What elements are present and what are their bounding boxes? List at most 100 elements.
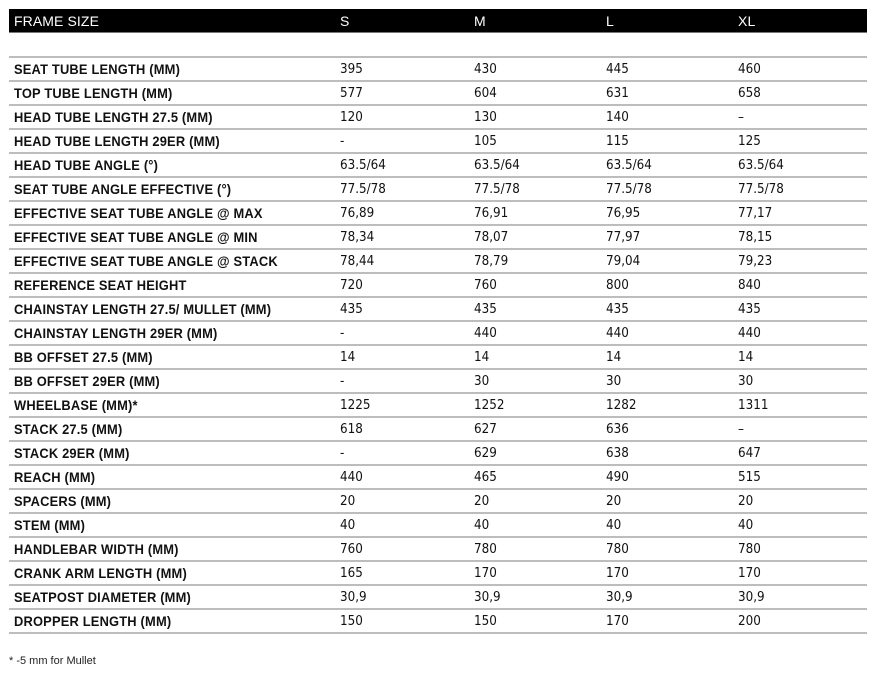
value-xl: 40 <box>738 518 754 533</box>
value-xl: 63.5/64 <box>738 158 784 173</box>
row-label: REACH (MM) <box>14 469 96 485</box>
value-m: 170 <box>474 566 497 581</box>
geometry-table: FRAME SIZE S M L XL SEAT TUBE LENGTH (MM… <box>9 9 867 634</box>
table-row: SPACERS (MM) 20 20 20 20 <box>9 490 867 514</box>
value-xl: 440 <box>738 326 761 341</box>
table-row: TOP TUBE LENGTH (MM) 577 604 631 658 <box>9 82 867 106</box>
row-label: EFFECTIVE SEAT TUBE ANGLE @ MAX <box>14 205 263 221</box>
table-row: CHAINSTAY LENGTH 29ER (MM) - 440 440 440 <box>9 322 867 346</box>
table-row: CRANK ARM LENGTH (MM) 165 170 170 170 <box>9 562 867 586</box>
value-m: 63.5/64 <box>474 158 520 173</box>
value-l: 435 <box>606 302 629 317</box>
header-spacer-row <box>9 33 867 58</box>
row-label: DROPPER LENGTH (MM) <box>14 613 172 629</box>
value-xl: 30,9 <box>738 590 765 605</box>
value-l: 140 <box>606 110 629 125</box>
value-s: 78,44 <box>340 254 375 269</box>
value-m: 77.5/78 <box>474 182 520 197</box>
table-row: EFFECTIVE SEAT TUBE ANGLE @ MAX 76,89 76,9… <box>9 202 867 226</box>
value-l: 170 <box>606 566 629 581</box>
table-row: WHEELBASE (MM)* 1225 1252 1282 1311 <box>9 394 867 418</box>
value-xl: 647 <box>738 446 761 461</box>
row-label: EFFECTIVE SEAT TUBE ANGLE @ MIN <box>14 229 258 245</box>
value-s: 40 <box>340 518 356 533</box>
value-xl: 20 <box>738 494 754 509</box>
value-l: 638 <box>606 446 629 461</box>
value-s: - <box>340 326 345 341</box>
value-l: 631 <box>606 86 629 101</box>
table-row: STEM (MM) 40 40 40 40 <box>9 514 867 538</box>
value-s: 30,9 <box>340 590 367 605</box>
value-m: 78,07 <box>474 230 509 245</box>
row-label: SEATPOST DIAMETER (MM) <box>14 589 191 605</box>
header-size-s: S <box>340 13 350 29</box>
value-s: 760 <box>340 542 363 557</box>
value-m: 130 <box>474 110 497 125</box>
value-s: - <box>340 446 345 461</box>
value-l: 170 <box>606 614 629 629</box>
value-l: 40 <box>606 518 622 533</box>
value-xl: 1311 <box>738 398 769 413</box>
table-header: FRAME SIZE S M L XL <box>9 9 867 33</box>
value-s: 165 <box>340 566 363 581</box>
table-row: SEATPOST DIAMETER (MM) 30,9 30,9 30,9 30,9 <box>9 586 867 610</box>
value-m: 76,91 <box>474 206 509 221</box>
row-label: SEAT TUBE LENGTH (MM) <box>14 61 181 77</box>
value-xl: 840 <box>738 278 761 293</box>
value-l: 79,04 <box>606 254 641 269</box>
table-row: BB OFFSET 27.5 (MM) 14 14 14 14 <box>9 346 867 370</box>
row-label: CHAINSTAY LENGTH 29ER (MM) <box>14 325 218 341</box>
value-xl: 30 <box>738 374 754 389</box>
value-l: 800 <box>606 278 629 293</box>
value-l: 77.5/78 <box>606 182 652 197</box>
row-label: STEM (MM) <box>14 517 86 533</box>
value-xl: – <box>738 110 744 125</box>
row-label: HEAD TUBE ANGLE (°) <box>14 157 159 173</box>
row-label: HANDLEBAR WIDTH (MM) <box>14 541 179 557</box>
table-row: REFERENCE SEAT HEIGHT 720 760 800 840 <box>9 274 867 298</box>
header-size-l: L <box>606 13 614 29</box>
value-s: 618 <box>340 422 363 437</box>
row-label: CHAINSTAY LENGTH 27.5/ MULLET (MM) <box>14 301 272 317</box>
value-s: 78,34 <box>340 230 375 245</box>
value-m: 105 <box>474 134 497 149</box>
value-s: - <box>340 374 345 389</box>
row-label: STACK 27.5 (MM) <box>14 421 123 437</box>
value-m: 627 <box>474 422 497 437</box>
value-l: 77,97 <box>606 230 641 245</box>
value-m: 465 <box>474 470 497 485</box>
value-s: - <box>340 134 345 149</box>
value-m: 430 <box>474 62 497 77</box>
table-row: HEAD TUBE ANGLE (°) 63.5/64 63.5/64 63.5/64… <box>9 154 867 178</box>
value-xl: 77,17 <box>738 206 773 221</box>
value-m: 604 <box>474 86 497 101</box>
value-m: 440 <box>474 326 497 341</box>
value-l: 30,9 <box>606 590 633 605</box>
table-row: HEAD TUBE LENGTH 29ER (MM) - 105 115 125 <box>9 130 867 154</box>
table-body: SEAT TUBE LENGTH (MM) 395 430 445 460 TOP TUB… <box>9 58 867 634</box>
value-m: 14 <box>474 350 490 365</box>
value-xl: 78,15 <box>738 230 773 245</box>
value-m: 78,79 <box>474 254 509 269</box>
value-xl: 170 <box>738 566 761 581</box>
value-s: 14 <box>340 350 356 365</box>
value-s: 120 <box>340 110 363 125</box>
value-l: 115 <box>606 134 629 149</box>
value-xl: 77.5/78 <box>738 182 784 197</box>
value-l: 76,95 <box>606 206 641 221</box>
value-s: 1225 <box>340 398 371 413</box>
table-row: HANDLEBAR WIDTH (MM) 760 780 780 780 <box>9 538 867 562</box>
value-m: 30 <box>474 374 490 389</box>
value-xl: 79,23 <box>738 254 773 269</box>
value-s: 150 <box>340 614 363 629</box>
row-label: TOP TUBE LENGTH (MM) <box>14 85 173 101</box>
row-label: REFERENCE SEAT HEIGHT <box>14 277 187 293</box>
value-l: 636 <box>606 422 629 437</box>
value-l: 20 <box>606 494 622 509</box>
value-l: 445 <box>606 62 629 77</box>
value-xl: – <box>738 422 744 437</box>
value-m: 30,9 <box>474 590 501 605</box>
value-s: 440 <box>340 470 363 485</box>
table-row: CHAINSTAY LENGTH 27.5/ MULLET (MM) 435 435… <box>9 298 867 322</box>
table-row: REACH (MM) 440 465 490 515 <box>9 466 867 490</box>
